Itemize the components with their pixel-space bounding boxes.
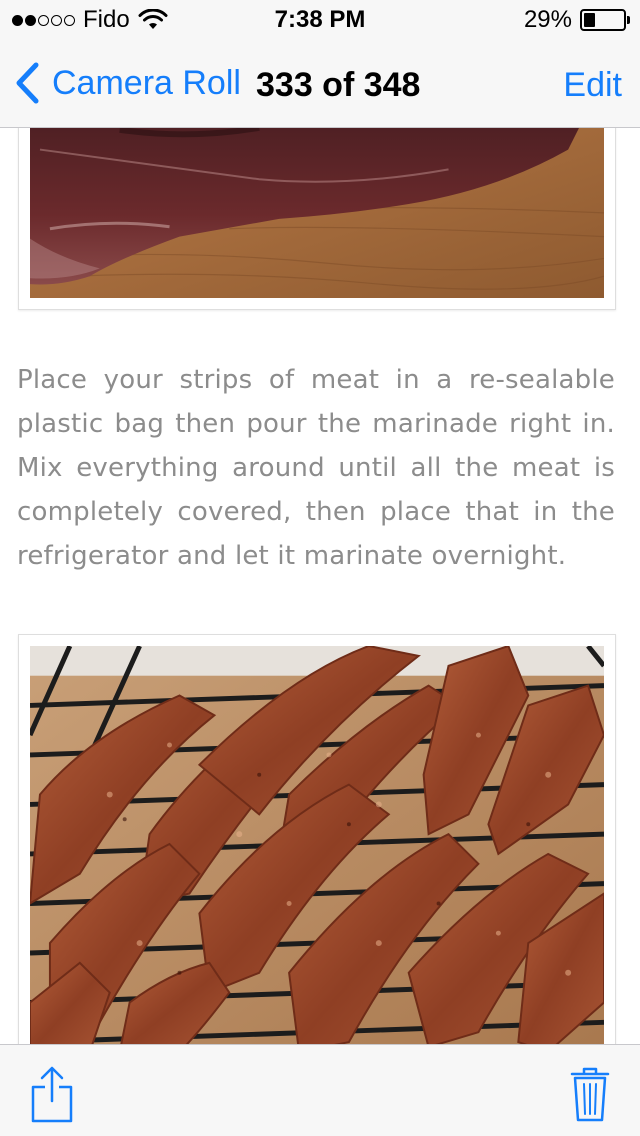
bottom-photo: [30, 646, 604, 1044]
meat-bag-image: [30, 128, 604, 298]
bottom-toolbar: [0, 1044, 640, 1136]
status-right: 29%: [523, 6, 630, 34]
status-bar: Fido 7:38 PM 29%: [0, 0, 640, 40]
trash-icon[interactable]: [570, 1065, 610, 1123]
navigation-bar: Camera Roll 333 of 348 Edit: [0, 40, 640, 128]
recipe-instruction-text: Place your strips of meat in a re-sealab…: [17, 365, 615, 571]
photo-view[interactable]: Place your strips of meat in a re-sealab…: [0, 128, 640, 1044]
back-button[interactable]: Camera Roll: [14, 62, 241, 104]
back-button-label: Camera Roll: [52, 63, 241, 102]
bottom-photo-frame: [18, 634, 616, 1044]
battery-icon: [580, 9, 630, 31]
chevron-left-icon: [16, 62, 39, 104]
battery-percentage: 29%: [523, 6, 572, 33]
edit-button[interactable]: Edit: [563, 66, 622, 105]
share-icon[interactable]: [30, 1065, 74, 1123]
photo-counter-title: 333 of 348: [256, 66, 421, 104]
battery-level: [584, 13, 596, 27]
top-photo-frame: [18, 128, 616, 310]
beef-strips-on-rack-image: [30, 646, 604, 1044]
top-photo: [30, 128, 604, 298]
